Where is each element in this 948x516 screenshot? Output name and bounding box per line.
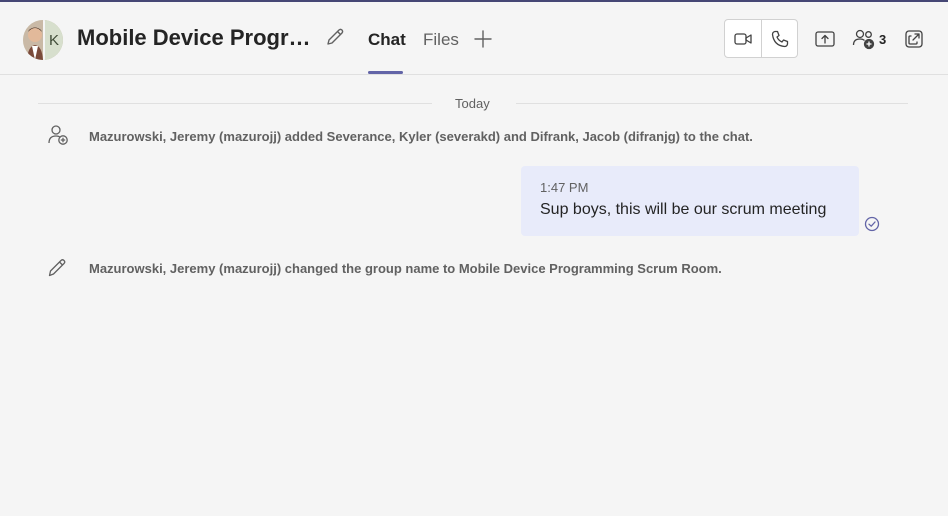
group-avatar[interactable]: K <box>23 20 63 60</box>
message-time: 1:47 PM <box>540 180 589 195</box>
phone-icon <box>771 30 788 47</box>
pencil-icon[interactable] <box>324 26 346 48</box>
person-add-icon <box>47 124 69 146</box>
participant-count: 3 <box>879 31 887 47</box>
chat-title: Mobile Device Programming Scrum Room <box>77 25 319 50</box>
message-text: Sup boys, this will be our scrum meeting <box>540 201 827 218</box>
people-icon <box>852 29 875 50</box>
add-tab-plus-icon[interactable] <box>472 28 494 50</box>
date-divider-label: Today <box>455 96 490 111</box>
message-bubble[interactable]: 1:47 PM Sup boys, this will be our scrum… <box>521 166 859 236</box>
tab-chat[interactable]: Chat <box>368 30 406 50</box>
date-divider-line-right <box>516 103 908 104</box>
video-call-button[interactable] <box>725 20 761 57</box>
system-message-renamed: Mazurowski, Jeremy (mazurojj) changed th… <box>89 261 722 276</box>
read-check-icon <box>864 216 880 232</box>
pencil-icon <box>47 256 69 278</box>
call-button-group <box>724 19 798 58</box>
avatar-initial: K <box>43 20 63 60</box>
system-message-added: Mazurowski, Jeremy (mazurojj) added Seve… <box>89 129 753 144</box>
date-divider-line-left <box>38 103 432 104</box>
active-tab-indicator <box>368 71 403 74</box>
chat-header: K Mobile Device Programming Scrum Room C… <box>0 2 948 75</box>
tab-files[interactable]: Files <box>423 30 459 50</box>
video-camera-icon <box>734 32 752 45</box>
audio-call-button[interactable] <box>761 20 797 57</box>
share-screen-icon[interactable] <box>814 28 836 50</box>
pop-out-icon[interactable] <box>903 28 925 50</box>
participants-button[interactable]: 3 <box>852 27 892 51</box>
